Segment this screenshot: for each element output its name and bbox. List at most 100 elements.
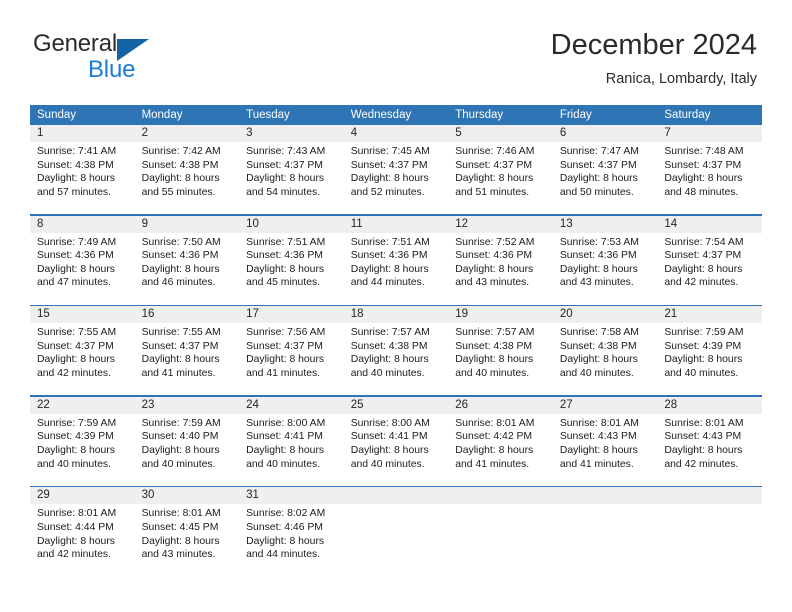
day-cell[interactable]: Sunrise: 7:50 AM Sunset: 4:36 PM Dayligh… [135, 233, 240, 295]
day-number[interactable]: 8 [30, 216, 135, 233]
day-number[interactable]: 31 [239, 487, 344, 504]
day-number[interactable]: 7 [657, 125, 762, 142]
sunset-line: Sunset: 4:41 PM [350, 431, 428, 443]
day-number[interactable]: 25 [344, 397, 449, 414]
daylight-line-2: and 43 minutes. [141, 549, 216, 561]
sunrise-line: Sunrise: 7:53 AM [559, 236, 639, 248]
dow-monday: Monday [141, 109, 183, 121]
day-cell[interactable]: Sunrise: 7:47 AM Sunset: 4:37 PM Dayligh… [553, 142, 658, 204]
logo-word-general: General [33, 30, 117, 57]
day-number[interactable]: 6 [553, 125, 658, 142]
sunrise-line: Sunrise: 7:55 AM [37, 327, 117, 339]
week-date-numbers: 1 2 3 4 5 6 7 [30, 125, 762, 142]
day-number[interactable]: 9 [135, 216, 240, 233]
day-number[interactable]: 14 [657, 216, 762, 233]
day-cell[interactable]: Sunrise: 7:41 AM Sunset: 4:38 PM Dayligh… [30, 142, 135, 204]
sunrise-line: Sunrise: 8:01 AM [559, 417, 639, 429]
day-number[interactable]: 29 [30, 487, 135, 504]
day-cell[interactable]: Sunrise: 7:59 AM Sunset: 4:39 PM Dayligh… [30, 414, 135, 476]
daylight-line-2: and 42 minutes. [664, 277, 739, 289]
sunset-line: Sunset: 4:45 PM [141, 521, 219, 533]
day-cell[interactable]: Sunrise: 7:42 AM Sunset: 4:38 PM Dayligh… [135, 142, 240, 204]
sunset-line: Sunset: 4:37 PM [664, 159, 742, 171]
day-cell[interactable]: Sunrise: 7:56 AM Sunset: 4:37 PM Dayligh… [239, 323, 344, 385]
day-number[interactable]: 13 [553, 216, 658, 233]
day-number[interactable]: 22 [30, 397, 135, 414]
sunset-line: Sunset: 4:38 PM [350, 340, 428, 352]
sunset-line: Sunset: 4:44 PM [37, 521, 114, 533]
day-number[interactable]: 2 [135, 125, 240, 142]
dow-sunday: Sunday [37, 109, 77, 121]
day-number[interactable]: 5 [448, 125, 553, 142]
day-number[interactable]: 4 [344, 125, 449, 142]
week-date-numbers: 29 30 31 [30, 487, 762, 505]
day-number[interactable]: 15 [30, 306, 135, 323]
day-cell[interactable]: Sunrise: 7:49 AM Sunset: 4:36 PM Dayligh… [30, 233, 135, 295]
day-cell[interactable]: Sunrise: 7:54 AM Sunset: 4:37 PM Dayligh… [657, 233, 762, 295]
daylight-line-2: and 41 minutes. [559, 458, 634, 470]
daylight-line-1: Daylight: 8 hours [37, 354, 115, 366]
week-date-numbers: 8 9 10 11 12 13 14 [30, 215, 762, 233]
daylight-line-1: Daylight: 8 hours [350, 444, 429, 456]
day-cell-empty [344, 504, 449, 566]
daylight-line-1: Daylight: 8 hours [559, 173, 638, 185]
sunset-line: Sunset: 4:46 PM [246, 521, 323, 533]
sunrise-line: Sunrise: 7:51 AM [350, 236, 430, 248]
sunrise-line: Sunrise: 8:01 AM [455, 417, 535, 429]
sunset-line: Sunset: 4:37 PM [246, 340, 323, 352]
day-number[interactable]: 17 [239, 306, 344, 323]
day-cell[interactable]: Sunrise: 8:01 AM Sunset: 4:43 PM Dayligh… [657, 414, 762, 476]
day-number[interactable]: 1 [30, 125, 135, 142]
day-cell[interactable]: Sunrise: 7:45 AM Sunset: 4:37 PM Dayligh… [344, 142, 449, 204]
sunset-line: Sunset: 4:41 PM [246, 431, 323, 443]
day-cell[interactable]: Sunrise: 7:57 AM Sunset: 4:38 PM Dayligh… [344, 323, 449, 385]
day-cell[interactable]: Sunrise: 7:48 AM Sunset: 4:37 PM Dayligh… [657, 142, 762, 204]
day-number[interactable]: 23 [135, 397, 240, 414]
day-cell[interactable]: Sunrise: 7:43 AM Sunset: 4:37 PM Dayligh… [239, 142, 344, 204]
day-cell[interactable]: Sunrise: 7:55 AM Sunset: 4:37 PM Dayligh… [135, 323, 240, 385]
day-cell[interactable]: Sunrise: 8:01 AM Sunset: 4:43 PM Dayligh… [553, 414, 658, 476]
day-number[interactable]: 11 [344, 216, 449, 233]
day-number[interactable]: 3 [239, 125, 344, 142]
day-number[interactable]: 10 [239, 216, 344, 233]
daylight-line-2: and 40 minutes. [141, 458, 216, 470]
day-number[interactable]: 12 [448, 216, 553, 233]
day-cell[interactable]: Sunrise: 8:01 AM Sunset: 4:45 PM Dayligh… [135, 504, 240, 566]
dow-friday: Friday [559, 109, 592, 121]
general-blue-logo[interactable]: General Blue [33, 30, 213, 88]
day-number[interactable]: 18 [344, 306, 449, 323]
day-cell[interactable]: Sunrise: 7:46 AM Sunset: 4:37 PM Dayligh… [448, 142, 553, 204]
day-number[interactable]: 26 [448, 397, 553, 414]
day-cell[interactable]: Sunrise: 7:59 AM Sunset: 4:40 PM Dayligh… [135, 414, 240, 476]
daylight-line-2: and 40 minutes. [455, 367, 530, 379]
day-number[interactable]: 24 [239, 397, 344, 414]
day-cell[interactable]: Sunrise: 7:59 AM Sunset: 4:39 PM Dayligh… [657, 323, 762, 385]
day-number[interactable]: 16 [135, 306, 240, 323]
day-cell[interactable]: Sunrise: 8:01 AM Sunset: 4:44 PM Dayligh… [30, 504, 135, 566]
day-number[interactable]: 19 [448, 306, 553, 323]
sunrise-line: Sunrise: 7:57 AM [350, 327, 430, 339]
day-number[interactable]: 21 [657, 306, 762, 323]
page-title: December 2024 [550, 29, 757, 61]
daylight-line-1: Daylight: 8 hours [141, 535, 220, 547]
day-cell[interactable]: Sunrise: 7:57 AM Sunset: 4:38 PM Dayligh… [448, 323, 553, 385]
day-cell[interactable]: Sunrise: 7:53 AM Sunset: 4:36 PM Dayligh… [553, 233, 658, 295]
day-number[interactable]: 30 [135, 487, 240, 504]
sunrise-line: Sunrise: 8:02 AM [246, 508, 326, 520]
day-cell[interactable]: Sunrise: 7:52 AM Sunset: 4:36 PM Dayligh… [448, 233, 553, 295]
day-cell[interactable]: Sunrise: 7:55 AM Sunset: 4:37 PM Dayligh… [30, 323, 135, 385]
day-cell[interactable]: Sunrise: 8:01 AM Sunset: 4:42 PM Dayligh… [448, 414, 553, 476]
day-cell[interactable]: Sunrise: 8:00 AM Sunset: 4:41 PM Dayligh… [239, 414, 344, 476]
day-cell[interactable]: Sunrise: 7:58 AM Sunset: 4:38 PM Dayligh… [553, 323, 658, 385]
day-number[interactable]: 27 [553, 397, 658, 414]
day-number[interactable]: 28 [657, 397, 762, 414]
daylight-line-1: Daylight: 8 hours [246, 354, 325, 366]
sunset-line: Sunset: 4:37 PM [559, 159, 637, 171]
day-cell[interactable]: Sunrise: 8:02 AM Sunset: 4:46 PM Dayligh… [239, 504, 344, 566]
sunrise-line: Sunrise: 7:51 AM [246, 236, 326, 248]
day-cell[interactable]: Sunrise: 7:51 AM Sunset: 4:36 PM Dayligh… [239, 233, 344, 295]
daylight-line-2: and 46 minutes. [141, 277, 216, 289]
day-cell[interactable]: Sunrise: 8:00 AM Sunset: 4:41 PM Dayligh… [344, 414, 449, 476]
day-cell[interactable]: Sunrise: 7:51 AM Sunset: 4:36 PM Dayligh… [344, 233, 449, 295]
day-number[interactable]: 20 [553, 306, 658, 323]
